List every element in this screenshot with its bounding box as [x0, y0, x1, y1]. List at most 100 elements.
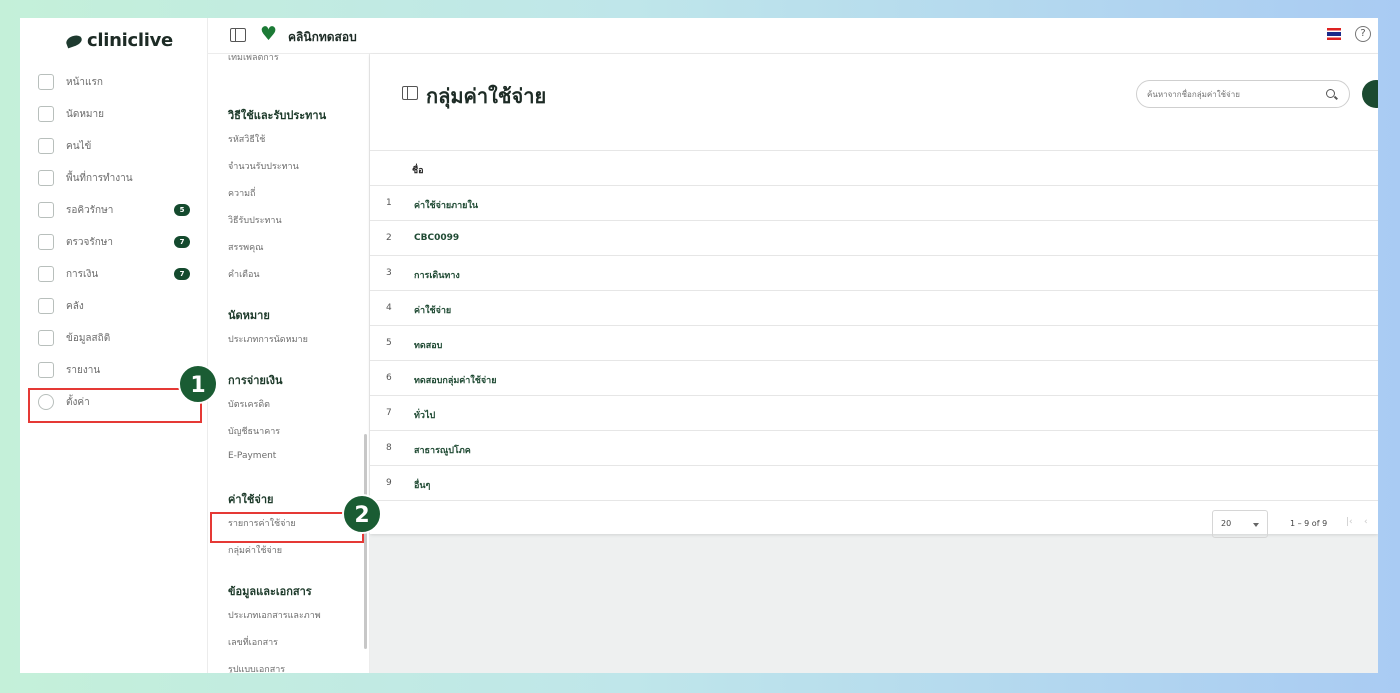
table-row[interactable]: 1 ค่าใช้จ่ายภายใน [370, 186, 1378, 221]
submenu-heading: การจ่ายเงิน [228, 374, 283, 387]
column-header-name[interactable]: ชื่อ [412, 163, 424, 177]
nav-item[interactable]: การเงิน 7 [20, 260, 208, 288]
table-row[interactable]: 4 ค่าใช้จ่าย [370, 291, 1378, 326]
main-content: กลุ่มค่าใช้จ่าย ชื่อ 1 ค่าใช้จ่ายภายใน 2 CB… [370, 54, 1378, 673]
row-name[interactable]: ค่าใช้จ่ายภายใน [414, 198, 478, 212]
add-button[interactable] [1362, 80, 1378, 108]
money-icon [38, 266, 54, 282]
submenu-heading: นัดหมาย [228, 309, 270, 322]
table-row[interactable]: 9 อื่นๆ [370, 466, 1378, 501]
submenu-item[interactable]: สรรพคุณ [228, 240, 263, 254]
table-row[interactable]: 3 การเดินทาง [370, 256, 1378, 291]
box-icon [38, 298, 54, 314]
table-row[interactable]: 5 ทดสอบ [370, 326, 1378, 361]
nav-label: คลัง [66, 300, 84, 312]
pagination-range: 1 – 9 of 9 [1290, 519, 1328, 528]
page-size-value: 20 [1221, 519, 1232, 528]
user-icon [38, 138, 54, 154]
nav-label: หน้าแรก [66, 76, 103, 88]
logo-mark-icon [64, 33, 84, 48]
submenu-item[interactable]: ความถี่ [228, 186, 256, 200]
nav-item[interactable]: รอคิวรักษา 5 [20, 196, 208, 224]
row-index: 8 [386, 443, 392, 453]
table-header: ชื่อ [370, 150, 1378, 186]
row-name[interactable]: ทั่วไป [414, 408, 435, 422]
search-box[interactable] [1136, 80, 1350, 108]
thai-flag-icon[interactable] [1327, 28, 1341, 40]
row-name[interactable]: การเดินทาง [414, 268, 460, 282]
prev-page-icon[interactable]: ‹ [1364, 517, 1368, 527]
logo-text: cliniclive [87, 30, 173, 51]
submenu-heading: ค่าใช้จ่าย [228, 493, 274, 506]
search-icon[interactable] [1326, 89, 1335, 98]
row-index: 7 [386, 408, 392, 418]
submenu-item[interactable]: รูปแบบเอกสาร [228, 662, 285, 673]
search-input[interactable] [1147, 85, 1317, 103]
nav-item[interactable]: คลัง [20, 292, 208, 320]
step-marker-1: 1 [178, 364, 218, 404]
nav-item[interactable]: นัดหมาย [20, 100, 208, 128]
nav-label: คนไข้ [66, 140, 92, 152]
row-name[interactable]: ทดสอบ [414, 338, 442, 352]
content-card: กลุ่มค่าใช้จ่าย ชื่อ 1 ค่าใช้จ่ายภายใน 2 CB… [370, 54, 1378, 534]
step-marker-2: 2 [342, 494, 382, 534]
row-index: 2 [386, 233, 392, 243]
settings-highlight-box [28, 388, 202, 423]
nav-item[interactable]: หน้าแรก [20, 68, 208, 96]
table-row[interactable]: 6 ทดสอบกลุ่มค่าใช้จ่าย [370, 361, 1378, 396]
submenu-item[interactable]: กลุ่มค่าใช้จ่าย [228, 543, 282, 557]
submenu-item[interactable]: ประเภทเอกสารและภาพ [228, 608, 321, 622]
count-badge: 5 [174, 204, 190, 216]
workspace-icon [38, 170, 54, 186]
submenu-item[interactable]: บัญชีธนาคาร [228, 424, 280, 438]
page-size-select[interactable]: 20 [1212, 510, 1268, 538]
row-index: 3 [386, 268, 392, 278]
nav-label: ตรวจรักษา [66, 236, 113, 248]
count-badge: 7 [174, 268, 190, 280]
help-icon[interactable]: ? [1355, 26, 1371, 42]
nav-item[interactable]: คนไข้ [20, 132, 208, 160]
nav-label: การเงิน [66, 268, 99, 280]
submenu-item[interactable]: เลขที่เอกสาร [228, 635, 278, 649]
stethoscope-icon [38, 234, 54, 250]
submenu-item[interactable]: E-Payment [228, 451, 276, 461]
nav-label: นัดหมาย [66, 108, 104, 120]
logo[interactable]: cliniclive [64, 30, 173, 51]
row-index: 9 [386, 478, 392, 488]
nav-label: รายงาน [66, 364, 101, 376]
submenu-item[interactable]: คำเตือน [228, 267, 260, 281]
count-badge: 7 [174, 236, 190, 248]
first-page-icon[interactable]: |‹ [1346, 517, 1353, 527]
row-name[interactable]: CBC0099 [414, 233, 459, 243]
row-index: 4 [386, 303, 392, 313]
submenu-item[interactable]: เทมเพลตการ [228, 54, 279, 64]
row-name[interactable]: ทดสอบกลุ่มค่าใช้จ่าย [414, 373, 496, 387]
submenu-heading: ข้อมูลและเอกสาร [228, 585, 312, 598]
table-row[interactable]: 7 ทั่วไป [370, 396, 1378, 431]
submenu-item[interactable]: ประเภทการนัดหมาย [228, 332, 308, 346]
chair-icon [38, 202, 54, 218]
row-name[interactable]: อื่นๆ [414, 478, 430, 492]
nav-label: รอคิวรักษา [66, 204, 114, 216]
nav-item[interactable]: ตรวจรักษา 7 [20, 228, 208, 256]
nav-item[interactable]: พื้นที่การทำงาน [20, 164, 208, 192]
table-row[interactable]: 8 สาธารณูปโภค [370, 431, 1378, 466]
nav-item[interactable]: ข้อมูลสถิติ [20, 324, 208, 352]
submenu-scrollbar[interactable] [364, 434, 367, 649]
table-row[interactable]: 2 CBC0099 [370, 221, 1378, 256]
clinic-name[interactable]: คลินิกทดสอบ [288, 28, 357, 47]
submenu-item[interactable]: จำนวนรับประทาน [228, 159, 299, 173]
settings-submenu: เทมเพลตการ วิธีใช้และรับประทาน รหัสวิธีใช… [208, 54, 370, 673]
row-name[interactable]: ค่าใช้จ่าย [414, 303, 451, 317]
sidebar-toggle-icon[interactable] [230, 28, 246, 42]
row-index: 6 [386, 373, 392, 383]
left-nav: cliniclive หน้าแรกนัดหมายคนไข้พื้นที่การ… [20, 18, 208, 673]
row-index: 5 [386, 338, 392, 348]
submenu-item[interactable]: วิธีรับประทาน [228, 213, 282, 227]
submenu-item[interactable]: รหัสวิธีใช้ [228, 132, 265, 146]
panel-icon[interactable] [402, 86, 418, 100]
nav-label: พื้นที่การทำงาน [66, 172, 133, 184]
submenu-item[interactable]: บัตรเครดิต [228, 397, 270, 411]
row-index: 1 [386, 198, 392, 208]
row-name[interactable]: สาธารณูปโภค [414, 443, 471, 457]
